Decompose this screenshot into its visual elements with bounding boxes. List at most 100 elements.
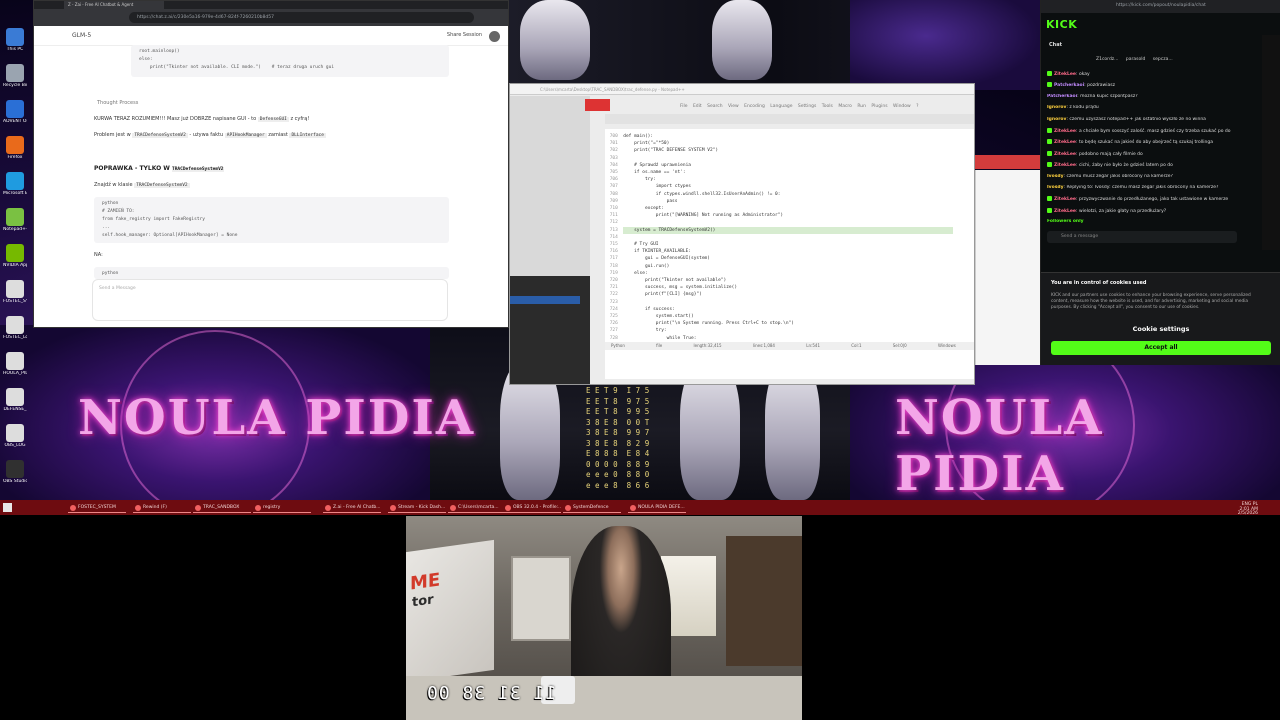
chat-message[interactable]: Ignorov: czemu użyszasz notepad++ jak os… (1047, 117, 1252, 122)
chat-message[interactable]: ZitekLee: okay (1047, 71, 1252, 77)
chat-message[interactable]: Ivosdy: czemu musz zegar jakis obrócony … (1047, 174, 1252, 179)
taskbar-item[interactable]: FOSTEC_SYSTEM (68, 502, 126, 513)
desktop-icon-label: Microsoft Edge (3, 191, 27, 196)
editor-menu-bar[interactable]: File Edit Search View Encoding Language … (680, 104, 919, 109)
code-line: 722 print(f"[CLI] {msg}") (607, 291, 973, 298)
chat-username[interactable]: ZitekLee (1054, 129, 1076, 134)
chat-username[interactable]: ZitekLee (1054, 72, 1076, 77)
taskbar-item[interactable]: SystemDefence (563, 502, 621, 513)
chat-message[interactable]: ZitekLee: podobno mają cały filmie do (1047, 150, 1252, 157)
avatar[interactable] (489, 31, 500, 42)
chat-message[interactable]: ZitekLee: to będę szukać na jakieś do ab… (1047, 139, 1252, 145)
chat-text: Replying to: Ivosdy: czemu masz zegar ja… (1066, 185, 1219, 190)
reply-line-2: Problem jest w TRACDefenseSystemV2 - uży… (94, 132, 326, 138)
taskbar-item[interactable]: Stream - Kick Dash... (388, 502, 446, 513)
chat-leaderboard: Z1cordz... parasold sepcza... (1096, 57, 1173, 62)
chat-username[interactable]: Patcherkaoi (1047, 94, 1077, 99)
chat-username[interactable]: Ignorov (1047, 105, 1066, 110)
desktop-icon[interactable]: Microsoft Edge (3, 172, 27, 196)
sub-badge-icon (1047, 207, 1052, 213)
model-name[interactable]: GLM-5 (72, 32, 91, 39)
thought-process-toggle[interactable]: Thought Process (97, 100, 138, 106)
chat-username[interactable]: Patcherkaoi (1054, 83, 1084, 88)
chat-input[interactable]: Send a message (1047, 231, 1237, 243)
taskbar-item[interactable]: OBS 32.0.4 - Profile:... (503, 502, 561, 513)
wall-board (511, 556, 571, 641)
app-icon (6, 388, 24, 406)
desktop-icon[interactable]: FOSTEC_Log (3, 316, 27, 340)
chat-message[interactable]: Ignorov: z kodu prądu (1047, 105, 1252, 110)
accept-all-button[interactable]: Accept all (1051, 341, 1271, 355)
browser-tab[interactable]: Z - Zai - Free AI Chatbot & Agent (64, 1, 164, 9)
chat-username[interactable]: ZitekLee (1054, 163, 1076, 168)
chat-text: cichi, żaby nie było że gdzieś latem po … (1078, 163, 1173, 169)
app-icon (6, 100, 24, 118)
address-bar[interactable]: https://chat.z.ai/c/230e5a16-979e-4d67-8… (129, 12, 474, 23)
leader-2[interactable]: parasold (1126, 57, 1145, 62)
app-icon (6, 316, 24, 334)
line-number: 700 (607, 134, 624, 139)
kick-logo[interactable]: KICK (1046, 18, 1077, 31)
windows-start-icon[interactable] (3, 503, 12, 512)
desktop-icon-label: NVIDIA App (3, 263, 27, 268)
line-number: 708 (607, 191, 624, 197)
kick-side-rail (1262, 35, 1280, 250)
chat-message[interactable]: ZitekLee: przyzwyczwanie do przedłużaneg… (1047, 196, 1252, 202)
system-tray[interactable]: ENG PL 2:01 AM 2/5/2026 (1238, 502, 1258, 517)
browser-window-zai[interactable]: Z - Zai - Free AI Chatbot & Agent https:… (33, 0, 509, 328)
desktop-icon[interactable]: ADVENT Oracle (3, 100, 27, 124)
reply-line-1: KURWA TERAZ ROZUMIEM!!! Masz już DOBRZE … (94, 116, 309, 122)
code-editor-window[interactable]: C:\Users\mcarta\Desktop\TRAC_SANDBOX\tra… (509, 83, 975, 385)
chat-text: pozdrawiasz (1087, 83, 1115, 89)
chat-message[interactable]: ZitekLee: cichi, żaby nie było że gdzieś… (1047, 162, 1252, 168)
desktop-icon[interactable]: Firefox (3, 136, 27, 160)
desktop-icon[interactable]: Notepad++ (3, 208, 27, 232)
chat-message[interactable]: ZitekLee: wielotzi, za jakie głaty na pr… (1047, 207, 1252, 214)
chat-username[interactable]: ZitekLee (1054, 209, 1076, 214)
chat-message[interactable]: Followers only (1047, 219, 1252, 224)
share-session-button[interactable]: Share Session (447, 32, 482, 38)
desktop-icon-label: FOSTEC_SYSTEM (3, 299, 27, 304)
side-pane-selection[interactable] (510, 296, 580, 304)
chat-username[interactable]: Ivosdy (1047, 174, 1064, 179)
kick-address-bar[interactable]: https://kick.com/popout/noulapidia/chat (1116, 3, 1206, 8)
chat-username[interactable]: Ivosdy (1047, 185, 1064, 190)
leader-3[interactable]: sepcza... (1153, 57, 1173, 62)
desktop-icon[interactable]: OBS Studio (3, 460, 27, 484)
desktop-icon[interactable]: FOSTEC_SYSTEM (3, 280, 27, 304)
desktop-icon[interactable]: DEFENSE_ (3, 388, 27, 412)
taskbar-item[interactable]: registry (253, 502, 311, 513)
taskbar-item[interactable]: Rewind (F) (133, 502, 191, 513)
sub-badge-icon (1047, 162, 1052, 168)
app-icon (6, 280, 24, 298)
code-text: print("TRAC DEFENSE SYSTEM V2") (623, 148, 719, 154)
chat-username[interactable]: ZitekLee (1054, 140, 1076, 145)
desktop-icon[interactable]: HOULA_PIDIA (3, 352, 27, 376)
message-input[interactable]: Send a Message (92, 279, 448, 321)
chat-username[interactable]: Followers only (1047, 219, 1084, 224)
desktop-icon[interactable]: Recycle Bin (3, 64, 27, 88)
tray-date[interactable]: 2/5/2026 (1238, 511, 1258, 517)
chat-message[interactable]: ZitekLee: a chciałe bym sosszyć zalość. … (1047, 128, 1252, 134)
kick-chat-window[interactable]: https://kick.com/popout/noulapidia/chat … (1040, 0, 1280, 365)
chat-message[interactable]: Ivosdy: Replying to: Ivosdy: czemu masz … (1047, 185, 1252, 190)
editor-toolbar[interactable] (605, 114, 974, 124)
leader-1[interactable]: Z1cordz... (1096, 57, 1118, 62)
desktop-icon[interactable]: NVIDIA App (3, 244, 27, 268)
taskbar-item[interactable]: NOULA PIDIA DEFE... (628, 502, 686, 513)
line-number: 722 (607, 292, 624, 298)
chat-message[interactable]: Patcherkaoi: pozdrawiasz (1047, 82, 1252, 88)
chat-username[interactable]: ZitekLee (1054, 197, 1076, 202)
desktop-icon[interactable]: This PC (3, 28, 27, 52)
code-line: 725 system.start() (607, 313, 973, 320)
desktop-icon[interactable]: OBS_LOG (3, 424, 27, 448)
code-block-with: python (94, 267, 449, 279)
cookie-settings-button[interactable]: Cookie settings (1041, 325, 1280, 333)
chat-message[interactable]: Patcherkaoi: można kupić szpontpasz? (1047, 94, 1252, 99)
taskbar-item[interactable]: TRAC_SANDBOX (193, 502, 251, 513)
chat-username[interactable]: ZitekLee (1054, 152, 1076, 157)
taskbar-item[interactable]: Z.ai - Free AI Chatb... (323, 502, 381, 513)
chat-username[interactable]: Ignorov (1047, 117, 1066, 122)
taskbar-item[interactable]: C:\Users\mcarta... (448, 502, 506, 513)
code-text: if ctypes.windll.shell32.IsUserAnAdmin()… (623, 191, 781, 197)
